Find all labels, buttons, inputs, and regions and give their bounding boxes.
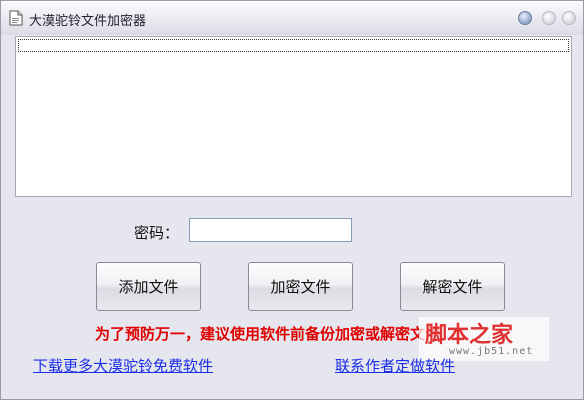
title-bar[interactable]: 大漠驼铃文件加密器 <box>1 1 583 35</box>
password-label: 密码： <box>134 224 180 242</box>
window-title: 大漠驼铃文件加密器 <box>29 14 147 29</box>
more-software-link[interactable]: 下载更多大漠驼铃免费软件 <box>33 355 213 376</box>
list-focus-row[interactable] <box>18 39 569 52</box>
contact-author-link[interactable]: 联系作者定做软件 <box>335 355 455 376</box>
document-icon <box>9 10 23 26</box>
minimize-button[interactable] <box>518 11 532 25</box>
watermark-logo-text: 脚本之家 <box>425 322 514 348</box>
encrypt-file-button[interactable]: 加密文件 <box>248 262 353 311</box>
add-file-button[interactable]: 添加文件 <box>96 262 201 311</box>
app-window: 大漠驼铃文件加密器 密码： 添加文件 加密文件 解密文件 为了预防万一，建议使用… <box>0 0 584 400</box>
watermark-url: www.jb51.net <box>449 346 534 357</box>
close-button[interactable] <box>562 11 576 25</box>
file-list[interactable] <box>15 36 572 197</box>
decrypt-file-button[interactable]: 解密文件 <box>400 262 505 311</box>
warning-text: 为了预防万一，建议使用软件前备份加密或解密文件 <box>95 325 441 343</box>
maximize-button[interactable] <box>542 11 556 25</box>
password-input[interactable] <box>189 218 352 242</box>
